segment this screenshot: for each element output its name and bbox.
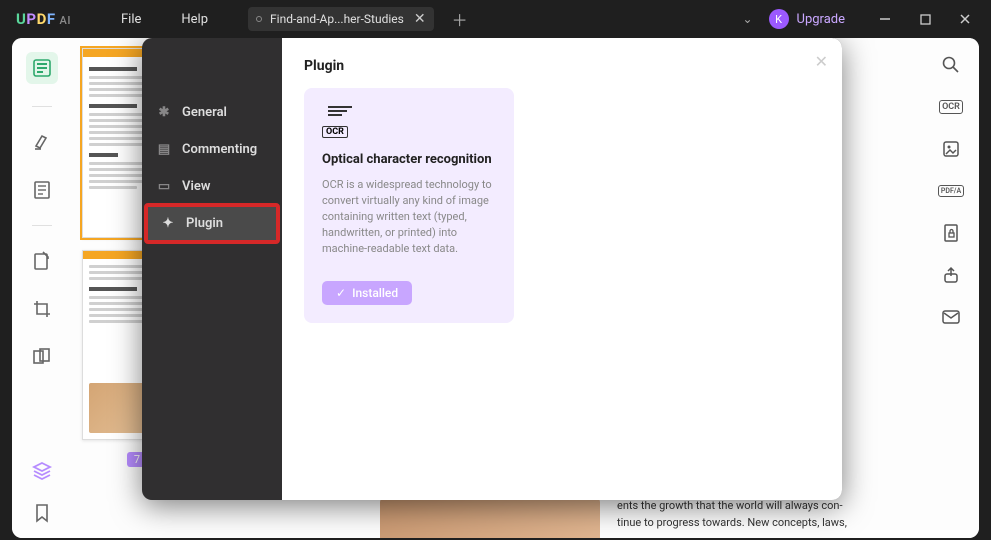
mail-icon [942, 310, 960, 324]
close-tab-icon[interactable]: ✕ [414, 11, 426, 27]
plugin-icon: ✦ [160, 216, 176, 231]
separator [32, 106, 52, 107]
settings-nav-general[interactable]: ✱ General [142, 94, 282, 131]
image-tool-button[interactable] [940, 138, 962, 160]
close-window-button[interactable] [945, 4, 985, 34]
bookmark-tool[interactable] [29, 177, 55, 203]
menu-file[interactable]: File [101, 12, 161, 27]
pdfa-button[interactable]: PDF/A [940, 180, 962, 202]
bookmark-list-icon [33, 180, 51, 200]
add-tab-button[interactable]: ＋ [452, 7, 468, 31]
tab-indicator-icon [256, 16, 262, 22]
document-tab[interactable]: Find-and-Ap...her-Studies ✕ [248, 7, 434, 31]
menu-help[interactable]: Help [161, 12, 228, 27]
settings-nav-commenting[interactable]: ▤ Commenting [142, 131, 282, 168]
document-text: ents the growth that the world will alwa… [617, 497, 913, 532]
export-icon [942, 266, 960, 284]
compare-icon [32, 347, 52, 367]
document-image [380, 498, 600, 538]
pdfa-icon: PDF/A [938, 185, 964, 197]
user-avatar: K [769, 9, 789, 29]
clip-page-icon [32, 251, 52, 271]
crop-icon [32, 299, 52, 319]
settings-nav-plugin[interactable]: ✦ Plugin [146, 205, 278, 242]
ocr-icon: OCR [939, 100, 963, 114]
gear-icon: ✱ [156, 105, 172, 120]
thumbnails-tool[interactable] [26, 52, 58, 84]
plugin-name: Optical character recognition [322, 152, 496, 167]
settings-modal: ✕ ✱ General ▤ Commenting ▭ View ✦ Plugin… [142, 38, 842, 500]
ocr-plugin-icon: OCR [322, 106, 358, 138]
thumbnails-icon [33, 59, 51, 77]
close-icon [959, 13, 971, 25]
crop-tool[interactable] [29, 296, 55, 322]
close-modal-button[interactable]: ✕ [815, 52, 828, 71]
upgrade-button[interactable]: K Upgrade [769, 9, 845, 29]
bookmark-icon [34, 503, 50, 523]
comment-icon: ▤ [156, 142, 172, 157]
plugin-description: OCR is a widespread technology to conver… [322, 177, 496, 257]
maximize-button[interactable] [905, 4, 945, 34]
settings-sidebar: ✱ General ▤ Commenting ▭ View ✦ Plugin [142, 38, 282, 500]
tab-title: Find-and-Ap...her-Studies [270, 12, 404, 26]
installed-badge[interactable]: ✓ Installed [322, 281, 412, 305]
settings-nav-view[interactable]: ▭ View [142, 168, 282, 205]
chevron-down-icon[interactable]: ⌄ [742, 12, 752, 26]
maximize-icon [920, 14, 931, 25]
mail-button[interactable] [940, 306, 962, 328]
right-toolbar: OCR PDF/A [923, 38, 979, 538]
bookmark-ribbon-tool[interactable] [29, 500, 55, 526]
lock-file-button[interactable] [940, 222, 962, 244]
layers-tool[interactable] [29, 458, 55, 484]
view-icon: ▭ [156, 179, 172, 194]
attachments-tool[interactable] [29, 248, 55, 274]
left-toolbar-bottom [12, 458, 72, 526]
image-sparkle-icon [942, 140, 960, 158]
search-icon [942, 56, 960, 74]
minimize-button[interactable] [865, 4, 905, 34]
file-lock-icon [942, 223, 960, 243]
app-logo: U P D F AI [16, 10, 71, 28]
main-workspace: 7 OCR PDF/A ents the growth that the wor… [12, 38, 979, 538]
check-icon: ✓ [336, 286, 346, 300]
compare-tool[interactable] [29, 344, 55, 370]
settings-content: Plugin OCR Optical character recognition… [282, 38, 842, 500]
export-button[interactable] [940, 264, 962, 286]
window-controls [865, 4, 985, 34]
highlighter-icon [32, 132, 52, 152]
search-button[interactable] [940, 54, 962, 76]
upgrade-label: Upgrade [797, 12, 845, 27]
plugin-card-ocr: OCR Optical character recognition OCR is… [304, 88, 514, 323]
settings-panel-title: Plugin [304, 58, 820, 74]
highlight-tool[interactable] [29, 129, 55, 155]
title-bar: U P D F AI File Help Find-and-Ap...her-S… [0, 0, 991, 38]
minimize-icon [879, 13, 891, 25]
separator [32, 225, 52, 226]
layers-icon [31, 460, 53, 482]
ocr-button[interactable]: OCR [940, 96, 962, 118]
